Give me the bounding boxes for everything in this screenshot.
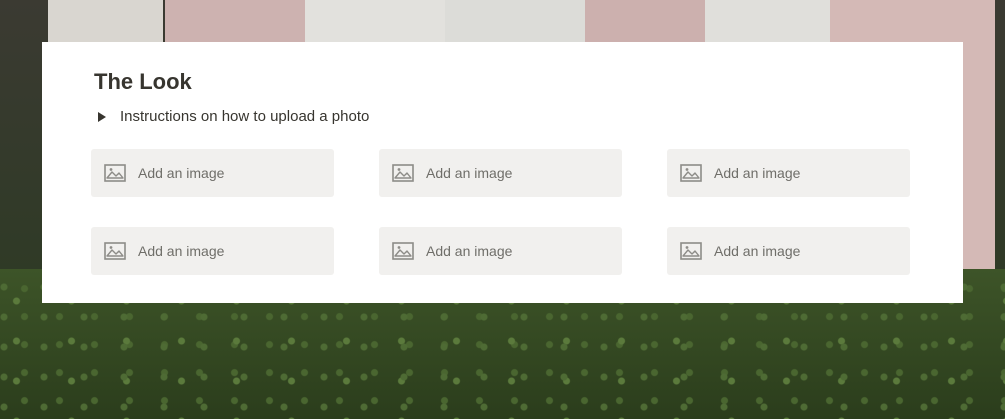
image-icon [104, 164, 126, 182]
add-image-label: Add an image [138, 243, 225, 259]
add-image-slot[interactable]: Add an image [667, 149, 910, 197]
add-image-label: Add an image [714, 165, 801, 181]
add-image-label: Add an image [714, 243, 801, 259]
add-image-label: Add an image [426, 165, 513, 181]
add-image-label: Add an image [426, 243, 513, 259]
image-icon [392, 242, 414, 260]
add-image-slot[interactable]: Add an image [91, 227, 334, 275]
add-image-slot[interactable]: Add an image [91, 149, 334, 197]
section-title: The Look [94, 69, 192, 94]
image-icon [392, 164, 414, 182]
image-icon [104, 242, 126, 260]
image-icon [680, 242, 702, 260]
image-icon [680, 164, 702, 182]
instructions-toggle[interactable]: Instructions on how to upload a photo [98, 108, 369, 125]
instructions-toggle-label: Instructions on how to upload a photo [120, 108, 370, 125]
triangle-right-icon[interactable] [98, 111, 106, 122]
add-image-slot[interactable]: Add an image [379, 149, 622, 197]
add-image-slot[interactable]: Add an image [379, 227, 622, 275]
add-image-slot[interactable]: Add an image [667, 227, 910, 275]
look-section-card: The Look Instructions on how to upload a… [42, 42, 963, 303]
add-image-label: Add an image [138, 165, 225, 181]
